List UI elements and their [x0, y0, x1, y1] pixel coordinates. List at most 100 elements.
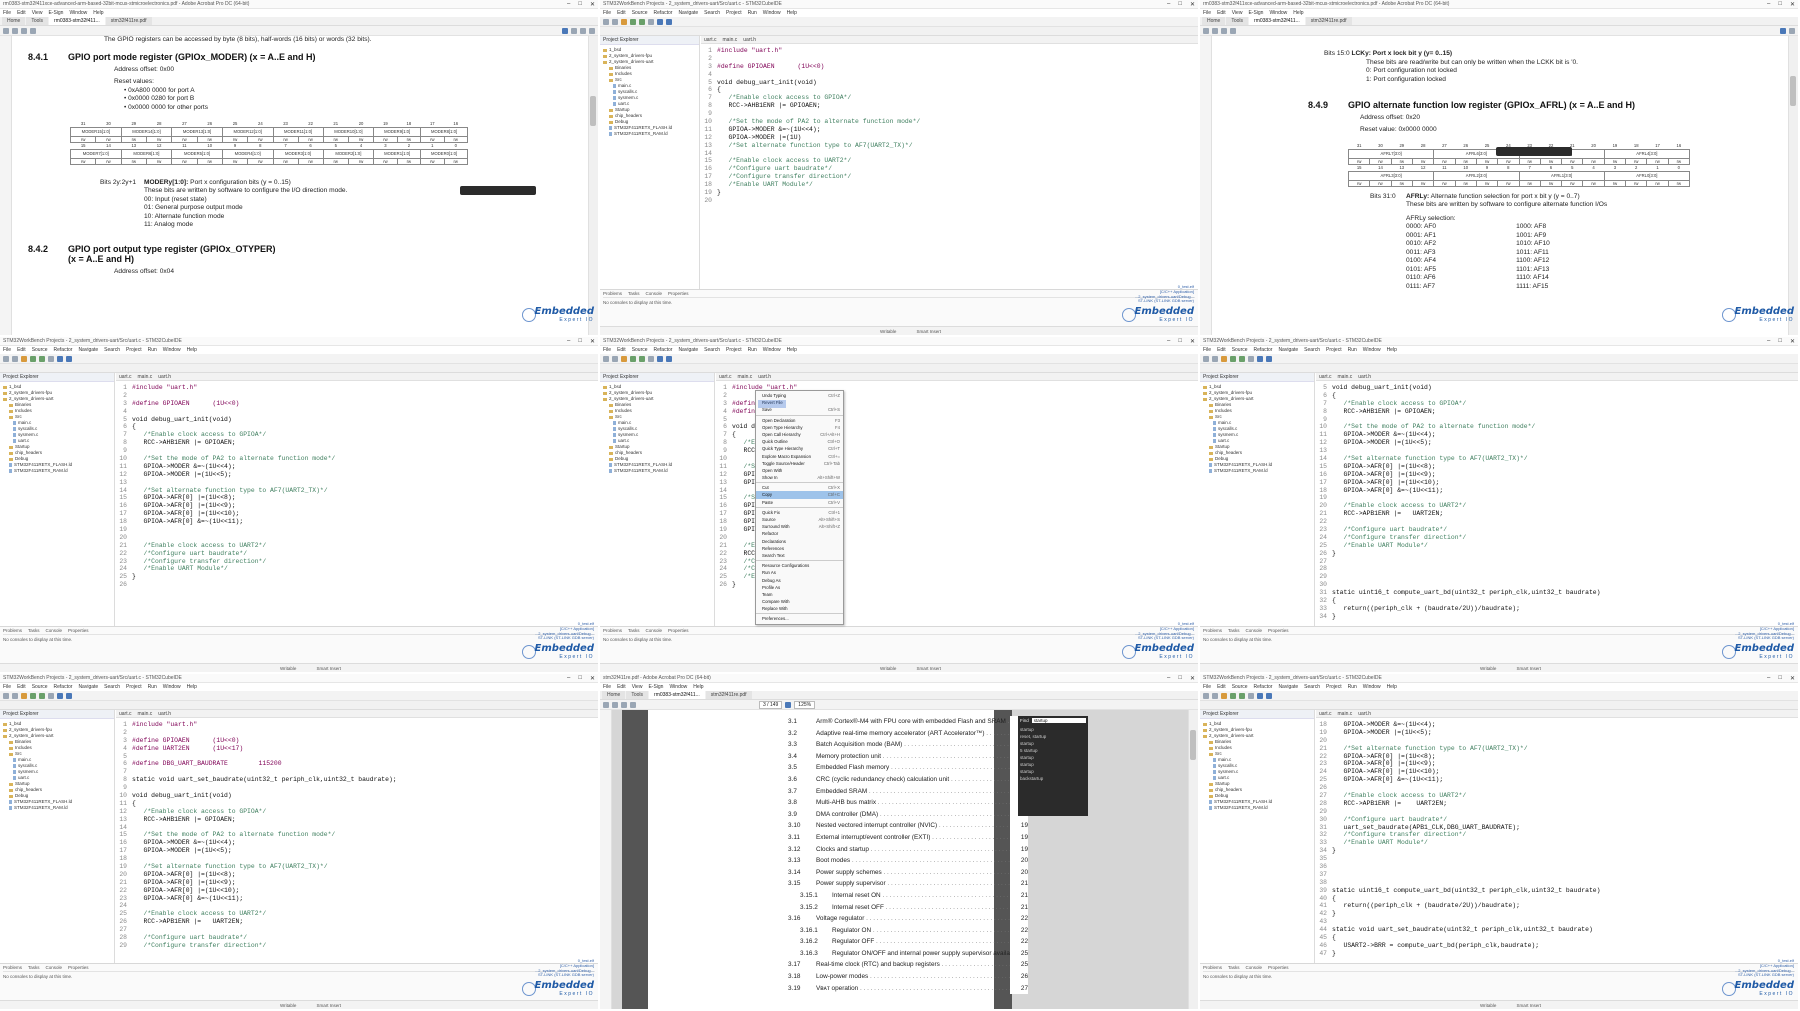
forward-icon[interactable] [66, 692, 72, 699]
console-tab[interactable]: Tasks [28, 628, 40, 633]
context-menu-item[interactable]: Replace With [756, 605, 843, 612]
context-menu-item[interactable]: Resource Configurations [756, 562, 843, 569]
back-icon[interactable] [1257, 355, 1263, 362]
menu-item[interactable]: Help [1293, 10, 1303, 16]
find-result[interactable]: startup [1020, 740, 1086, 747]
menu-item[interactable]: Window [1363, 684, 1381, 690]
menu-item[interactable]: Project [126, 347, 142, 353]
document-tab[interactable]: rm0383-stm32f411... [1249, 17, 1305, 25]
menu-item[interactable]: Run [1348, 347, 1357, 353]
toc-entry[interactable]: 3.1 Arm® Cortex®-M4 with FPU core with em… [788, 716, 1028, 728]
find-result[interactable]: startup [1020, 726, 1086, 733]
menu-item[interactable]: Project [1326, 684, 1342, 690]
toc-entry[interactable]: 3.18 Low-power modes26 [788, 971, 1028, 983]
cursor-icon[interactable] [785, 701, 792, 708]
menu-item[interactable]: Edit [617, 347, 626, 353]
document-tab[interactable]: rm0383-stm32f411... [649, 691, 705, 699]
search-icon[interactable] [630, 701, 636, 708]
zoom-box[interactable]: 125% [794, 700, 816, 709]
toc-entry[interactable]: 3.9DMA controller (DMA)18 [788, 808, 1028, 821]
maximize-icon[interactable]: □ [1178, 675, 1182, 682]
build-icon[interactable] [21, 355, 27, 362]
maximize-icon[interactable]: □ [1778, 338, 1782, 345]
code-area[interactable]: 1 #include "uart.h" 23 #define GPIOAEN (1U<… [701, 45, 1198, 289]
menu-item[interactable]: Search [104, 684, 120, 690]
editor-tab[interactable]: main.c [138, 711, 153, 717]
scrollbar[interactable] [588, 36, 598, 335]
minimize-icon[interactable]: – [1767, 1, 1770, 8]
upload-icon[interactable] [12, 27, 18, 34]
context-menu-item[interactable]: Surround With Alt+Shift+Z [756, 523, 843, 530]
cursor-icon[interactable] [562, 27, 568, 34]
menu-item[interactable]: Refactor [1254, 347, 1273, 353]
console-tab[interactable]: Properties [1268, 628, 1289, 633]
toc-entry[interactable]: 3.4Memory protection unit17 [788, 750, 1028, 763]
editor-tab[interactable]: uart.h [1358, 711, 1371, 717]
context-menu-item[interactable]: Open With [756, 467, 843, 474]
maximize-icon[interactable]: □ [1778, 1, 1782, 8]
search-icon[interactable] [1230, 27, 1236, 34]
menu-item[interactable]: View [632, 684, 643, 690]
minimize-icon[interactable]: – [567, 338, 570, 345]
floating-annotation-toolbar[interactable] [460, 186, 536, 195]
find-result[interactable]: reset, startup [1020, 733, 1086, 740]
console-tab[interactable]: Tasks [628, 628, 640, 633]
menu-item[interactable]: Search [104, 347, 120, 353]
context-menu-item[interactable]: Compare With [756, 598, 843, 605]
context-menu-item[interactable]: Open Declaration F3 [756, 417, 843, 424]
console-tab[interactable]: Problems [1203, 965, 1222, 970]
search-icon[interactable] [48, 692, 54, 699]
page-number-box[interactable]: 3 / 149 [759, 700, 783, 709]
save-icon[interactable] [12, 692, 18, 699]
console-tab[interactable]: Tasks [28, 965, 40, 970]
context-menu-item[interactable]: Paste Ctrl+V [756, 499, 843, 506]
search-icon[interactable] [1248, 692, 1254, 699]
build-icon[interactable] [1221, 355, 1227, 362]
maximize-icon[interactable]: □ [578, 675, 582, 682]
context-menu-item[interactable]: Cut Ctrl+X [756, 484, 843, 491]
menu-item[interactable]: E-Sign [648, 684, 663, 690]
toc-entry[interactable]: 3.16.1 Regulator ON22 [788, 924, 1028, 937]
editor-tab[interactable]: main.c [1338, 711, 1353, 717]
cursor-icon[interactable] [1780, 27, 1786, 34]
search-icon[interactable] [1248, 355, 1254, 362]
editor-tab[interactable]: uart.c [719, 374, 732, 380]
back-icon[interactable] [657, 18, 663, 25]
run-icon[interactable] [39, 355, 45, 362]
context-menu-item[interactable]: Toggle Source/Header Ctrl+Tab [756, 460, 843, 467]
search-icon[interactable] [648, 18, 654, 25]
menu-item[interactable]: E-Sign [1248, 10, 1263, 16]
explorer-item[interactable]: STM32F411RETX_RAM.ld [3, 805, 111, 811]
menu-item[interactable]: Search [704, 10, 720, 16]
menu-item[interactable]: File [603, 10, 611, 16]
menu-item[interactable]: Edit [617, 10, 626, 16]
editor-tab[interactable]: uart.c [119, 374, 132, 380]
search-icon[interactable] [648, 355, 654, 362]
forward-icon[interactable] [666, 18, 672, 25]
maximize-icon[interactable]: □ [1778, 675, 1782, 682]
context-menu-item[interactable]: Debug As [756, 577, 843, 584]
close-icon[interactable]: ✕ [590, 338, 595, 345]
menu-item[interactable]: Edit [17, 10, 26, 16]
debug-icon[interactable] [630, 18, 636, 25]
menu-item[interactable]: Window [1269, 10, 1287, 16]
run-icon[interactable] [639, 18, 645, 25]
context-menu-item[interactable]: Open Type Hierarchy F4 [756, 424, 843, 431]
print-icon[interactable] [621, 701, 627, 708]
menu-item[interactable]: View [1232, 10, 1243, 16]
menu-item[interactable]: Run [148, 684, 157, 690]
code-area[interactable]: 18 GPIOA->MODER &=~(1U<<4); 19 GPIOA->MOD… [1316, 719, 1798, 963]
code-area[interactable]: 1 #include "uart.h" 23 #define GPIOAEN (1U<… [116, 382, 598, 626]
menu-item[interactable]: Edit [617, 684, 626, 690]
menu-item[interactable]: Window [763, 10, 781, 16]
editor-tab[interactable]: main.c [1338, 374, 1353, 380]
menu-item[interactable]: Navigate [78, 347, 98, 353]
context-menu-item[interactable]: Search Text [756, 552, 843, 559]
menu-item[interactable]: Source [1232, 347, 1248, 353]
document-tab[interactable]: stm32f411re.pdf [1305, 17, 1352, 25]
editor-tab[interactable]: main.c [723, 37, 738, 43]
find-input[interactable]: startup [1031, 718, 1086, 723]
menu-item[interactable]: Source [32, 347, 48, 353]
context-menu-item[interactable]: References [756, 545, 843, 552]
context-menu-item[interactable]: Quick Type Hierarchy Ctrl+T [756, 445, 843, 452]
